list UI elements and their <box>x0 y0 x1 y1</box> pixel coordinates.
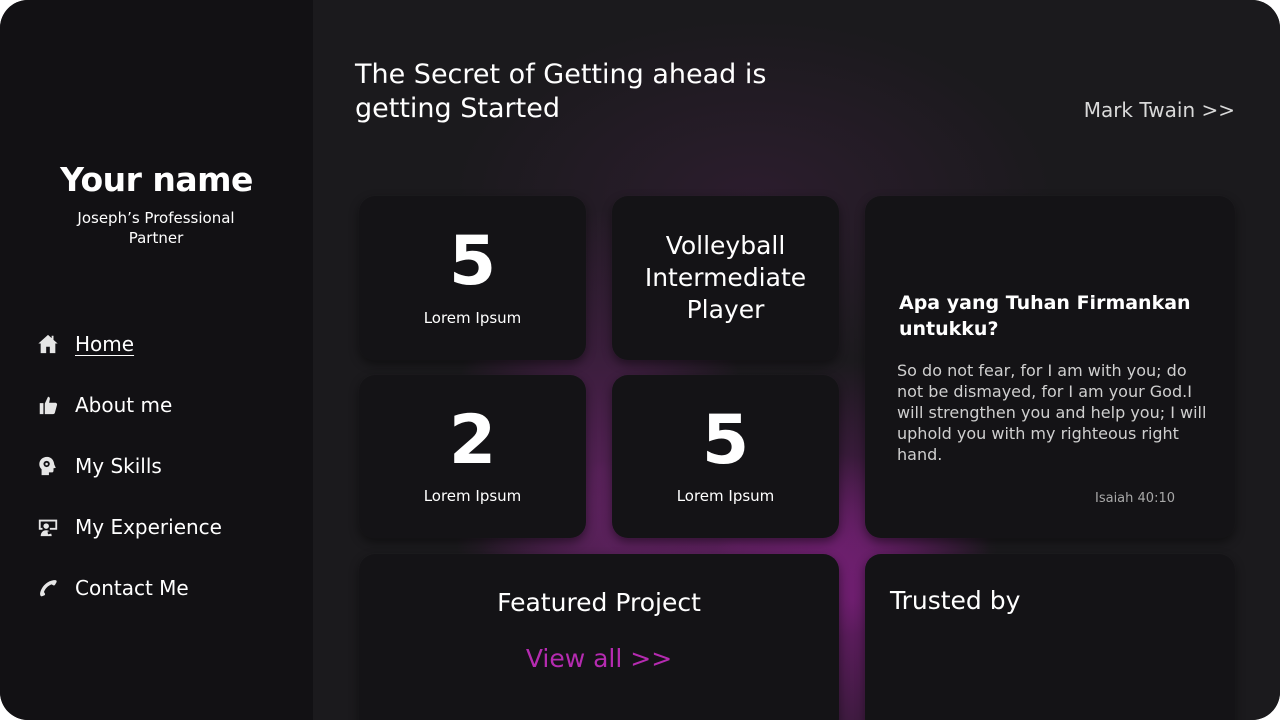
volleyball-text: Volleyball Intermediate Player <box>644 231 807 324</box>
thumbs-up-icon <box>36 393 60 417</box>
stat-number: 2 <box>448 401 497 480</box>
stat-label: Lorem Ipsum <box>423 309 522 327</box>
stat-number: 5 <box>701 401 750 480</box>
verse-body: So do not fear, for I am with you; do no… <box>897 361 1207 464</box>
stat-card: 2 Lorem Ipsum <box>359 375 586 538</box>
verse-reference: Isaiah 40:10 <box>1095 491 1175 506</box>
stat-card: 5 Lorem Ipsum <box>359 196 586 360</box>
header-quote: The Secret of Getting ahead is getting S… <box>355 59 767 124</box>
nav-item-skills[interactable]: My Skills <box>36 448 286 484</box>
nav-item-experience[interactable]: My Experience <box>36 509 286 545</box>
stat-number: 5 <box>448 222 497 301</box>
view-all-label[interactable]: View all >> <box>526 644 672 673</box>
nav-item-contact[interactable]: Contact Me <box>36 570 286 606</box>
view-all-link[interactable]: View all >> <box>359 644 839 673</box>
nav-label-skills: My Skills <box>75 454 162 478</box>
stat-card: 5 Lorem Ipsum <box>612 375 839 538</box>
brand-name: Your name <box>60 160 253 199</box>
trusted-title: Trusted by <box>890 586 1021 615</box>
featured-project-card: Featured Project View all >> <box>359 554 839 720</box>
app-window: Your name Joseph’s Professional Partner … <box>0 0 1280 720</box>
sidebar: Your name Joseph’s Professional Partner … <box>0 0 313 720</box>
home-icon <box>36 332 60 356</box>
phone-icon <box>36 576 60 600</box>
graduate-icon <box>36 515 60 539</box>
volleyball-card: Volleyball Intermediate Player <box>612 196 839 360</box>
nav-label-about: About me <box>75 393 173 417</box>
main-content: The Secret of Getting ahead is getting S… <box>313 0 1280 720</box>
brain-gear-icon <box>36 454 60 478</box>
verse-card: Apa yang Tuhan Firmankan untukku? So do … <box>865 196 1235 538</box>
stat-label: Lorem Ipsum <box>423 487 522 505</box>
nav-label-contact: Contact Me <box>75 576 189 600</box>
trusted-by-card: Trusted by <box>865 554 1235 720</box>
stat-label: Lorem Ipsum <box>676 487 775 505</box>
nav-label-home: Home <box>75 332 135 356</box>
brand-subtitle: Joseph’s Professional Partner <box>77 209 235 247</box>
author-link[interactable]: Mark Twain >> <box>1053 98 1235 122</box>
nav-item-home[interactable]: Home <box>36 326 286 362</box>
verse-title: Apa yang Tuhan Firmankan untukku? <box>899 292 1191 340</box>
featured-title: Featured Project <box>497 588 701 617</box>
nav-label-experience: My Experience <box>75 515 222 539</box>
nav-item-about[interactable]: About me <box>36 387 286 423</box>
